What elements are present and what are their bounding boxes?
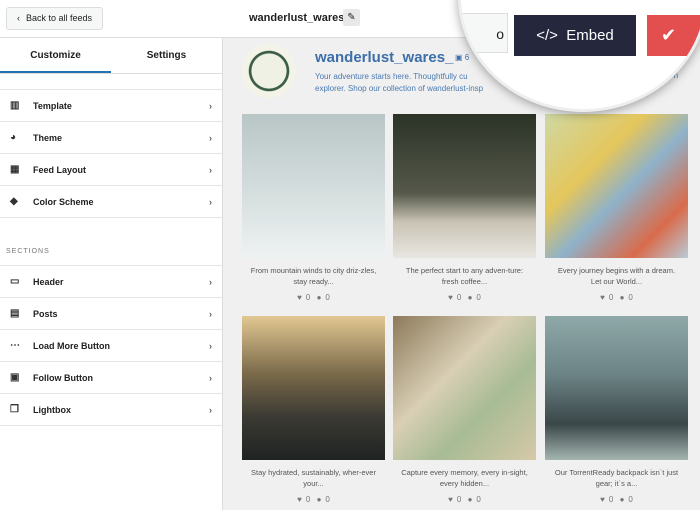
lightbox-icon: ❐ bbox=[10, 404, 19, 415]
pencil-icon[interactable]: ✎ bbox=[343, 9, 360, 26]
heart-icon: ♥ bbox=[600, 495, 605, 504]
sidebar-item-follow-button[interactable]: ▣ Follow Button › bbox=[0, 362, 222, 394]
sidebar-item-lightbox[interactable]: ❐ Lightbox › bbox=[0, 394, 222, 426]
sidebar-item-posts[interactable]: ▤ Posts › bbox=[0, 298, 222, 330]
post-caption: Stay hydrated, sustainably, wher-ever yo… bbox=[251, 468, 376, 488]
heart-icon: ♥ bbox=[448, 495, 453, 504]
post-card[interactable]: Every journey begins with a dream. Let o… bbox=[545, 114, 688, 302]
post-stats: ♥ 0 ● 0 bbox=[600, 293, 633, 302]
chevron-right-icon: › bbox=[209, 308, 212, 319]
post-image[interactable] bbox=[545, 316, 688, 460]
magnifier-overlay: o </> Embed ✔ bbox=[458, 0, 700, 112]
post-caption: From mountain winds to city driz-zles, s… bbox=[250, 266, 377, 286]
post-stats: ♥ 0 ● 0 bbox=[600, 495, 633, 504]
post-card[interactable]: Capture every memory, every in-sight, ev… bbox=[393, 316, 536, 504]
comment-icon: ● bbox=[619, 293, 625, 302]
layout-icon: ▦ bbox=[10, 164, 20, 175]
post-image[interactable] bbox=[545, 114, 688, 258]
palette-icon: ◕ bbox=[10, 132, 17, 143]
chevron-right-icon: › bbox=[209, 276, 212, 287]
post-caption: Capture every memory, every in-sight, ev… bbox=[401, 468, 528, 488]
post-stats: ♥ 0 ● 0 bbox=[297, 495, 330, 504]
profile-username[interactable]: wanderlust_wares_ bbox=[315, 49, 453, 66]
avatar bbox=[242, 44, 296, 98]
post-card[interactable]: Our TorrentReady backpack isn`t just gea… bbox=[545, 316, 688, 504]
post-count: ▣ 6 bbox=[455, 53, 470, 62]
follow-icon: ▣ bbox=[10, 372, 20, 383]
posts-icon: ▤ bbox=[10, 308, 20, 319]
back-to-feeds-button[interactable]: ‹ Back to all feeds bbox=[6, 7, 104, 30]
comment-icon: ● bbox=[316, 495, 322, 504]
heart-icon: ♥ bbox=[297, 293, 302, 302]
image-icon: ▣ bbox=[455, 53, 463, 62]
post-caption: Our TorrentReady backpack isn`t just gea… bbox=[554, 468, 679, 488]
feed-name: wanderlust_wares_ bbox=[249, 12, 351, 24]
load-more-icon: ⋯ bbox=[10, 340, 20, 351]
chevron-right-icon: › bbox=[209, 372, 212, 383]
post-image[interactable] bbox=[242, 114, 385, 258]
post-caption: Every journey begins with a dream. Let o… bbox=[557, 266, 676, 286]
comment-icon: ● bbox=[619, 495, 625, 504]
header-icon: ▭ bbox=[10, 276, 20, 287]
chevron-right-icon: › bbox=[209, 100, 212, 111]
paint-bucket-icon: ◆ bbox=[10, 196, 18, 207]
heart-icon: ♥ bbox=[297, 495, 302, 504]
checkmark-icon: ✔ bbox=[661, 25, 677, 45]
comment-icon: ● bbox=[467, 495, 473, 504]
post-card[interactable]: The perfect start to any adven-ture: fre… bbox=[393, 114, 536, 302]
chevron-right-icon: › bbox=[209, 164, 212, 175]
post-caption: The perfect start to any adven-ture: fre… bbox=[405, 266, 524, 286]
chevron-right-icon: › bbox=[209, 132, 212, 143]
comment-icon: ● bbox=[467, 293, 473, 302]
sidebar-item-header[interactable]: ▭ Header › bbox=[0, 266, 222, 298]
tab-settings[interactable]: Settings bbox=[111, 38, 222, 73]
sidebar-item-template[interactable]: ▥ Template › bbox=[0, 90, 222, 122]
partial-button[interactable]: o bbox=[461, 13, 508, 53]
chevron-right-icon: › bbox=[209, 404, 212, 415]
post-image[interactable] bbox=[242, 316, 385, 460]
chevron-right-icon: › bbox=[209, 340, 212, 351]
post-stats: ♥ 0 ● 0 bbox=[297, 293, 330, 302]
sections-heading: SECTIONS bbox=[0, 218, 222, 266]
template-icon: ▥ bbox=[10, 100, 20, 111]
sidebar-item-feed-layout[interactable]: ▦ Feed Layout › bbox=[0, 154, 222, 186]
embed-button[interactable]: </> Embed bbox=[514, 15, 636, 56]
sidebar-item-load-more-button[interactable]: ⋯ Load More Button › bbox=[0, 330, 222, 362]
post-card[interactable]: From mountain winds to city driz-zles, s… bbox=[242, 114, 385, 302]
code-icon: </> bbox=[536, 27, 558, 44]
tab-customize[interactable]: Customize bbox=[0, 38, 111, 73]
post-card[interactable]: Stay hydrated, sustainably, wher-ever yo… bbox=[242, 316, 385, 504]
sidebar: Customize Settings ▥ Template › ◕ Theme › ▦ F… bbox=[0, 38, 223, 510]
post-stats: ♥ 0 ● 0 bbox=[448, 495, 481, 504]
sidebar-item-color-scheme[interactable]: ◆ Color Scheme › bbox=[0, 186, 222, 218]
chevron-right-icon: › bbox=[209, 196, 212, 207]
post-stats: ♥ 0 ● 0 bbox=[448, 293, 481, 302]
sidebar-item-theme[interactable]: ◕ Theme › bbox=[0, 122, 222, 154]
chevron-left-icon: ‹ bbox=[17, 13, 20, 23]
comment-icon: ● bbox=[316, 293, 322, 302]
heart-icon: ♥ bbox=[448, 293, 453, 302]
heart-icon: ♥ bbox=[600, 293, 605, 302]
save-button[interactable]: ✔ bbox=[647, 15, 700, 56]
post-image[interactable] bbox=[393, 316, 536, 460]
post-image[interactable] bbox=[393, 114, 536, 258]
